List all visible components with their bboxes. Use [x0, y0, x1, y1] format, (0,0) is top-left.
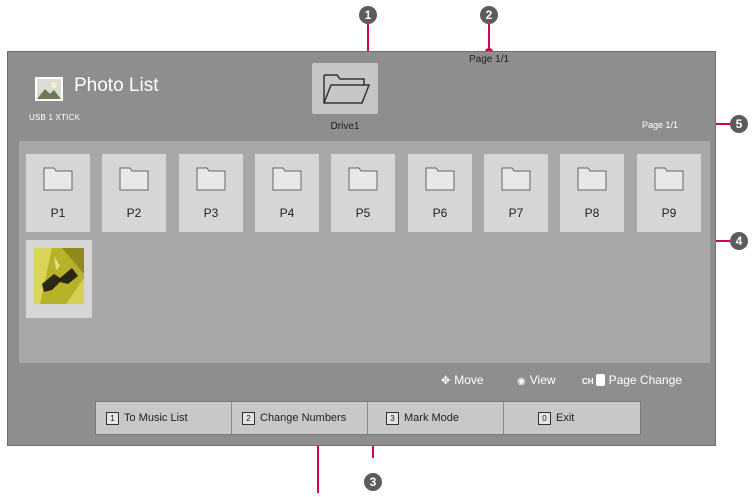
fn-key: 1 [106, 411, 119, 425]
folder-tile[interactable]: P7 [484, 154, 548, 232]
folder-label: P7 [508, 206, 524, 220]
folder-tile[interactable]: P5 [331, 154, 395, 232]
callout-badge-4: 4 [730, 232, 748, 250]
fn-key: 3 [386, 411, 399, 425]
tv-screen: Photo List USB 1 XTICK Drive1 Page 1/1 P… [7, 51, 716, 446]
fn-exit[interactable]: 0 Exit [504, 402, 640, 434]
page-title: Photo List [74, 75, 159, 96]
folder-icon [119, 167, 149, 191]
fn-label: Mark Mode [404, 412, 460, 424]
page-indicator-top: Page 1/1 [469, 54, 510, 65]
photo-tile[interactable] [26, 240, 92, 318]
callout-badge-5: 5 [730, 115, 748, 133]
channel-updown-icon [595, 374, 605, 386]
fn-change-numbers[interactable]: 2 Change Numbers [232, 402, 368, 434]
folder-label: P8 [584, 206, 600, 220]
fn-to-music-list[interactable]: 1 To Music List [96, 402, 232, 434]
folder-icon [196, 167, 226, 191]
file-grid: P1 P2 P3 P4 P5 P6 P7 P8 P9 [19, 141, 710, 363]
fn-key: 0 [538, 411, 551, 425]
hint-view: ◉ View [517, 373, 556, 387]
open-folder-icon [323, 74, 371, 104]
hint-page-change: CH Page Change [582, 373, 682, 387]
folder-tile[interactable]: P8 [560, 154, 624, 232]
page-indicator-right: Page 1/1 [642, 120, 679, 130]
folder-tile[interactable]: P3 [179, 154, 243, 232]
hint-move-label: Move [454, 373, 484, 387]
folder-icon [425, 167, 455, 191]
view-icon: ◉ [517, 376, 526, 387]
hint-move: ✥ Move [441, 373, 484, 387]
folder-tile[interactable]: P9 [637, 154, 701, 232]
drive-button[interactable] [312, 63, 378, 114]
hint-page-change-label: Page Change [608, 373, 682, 387]
folder-tile[interactable]: P1 [26, 154, 90, 232]
folder-icon [272, 167, 302, 191]
folder-label: P9 [661, 206, 677, 220]
fn-label: To Music List [124, 412, 188, 424]
folder-label: P5 [355, 206, 371, 220]
photo-app-icon [35, 77, 63, 101]
folder-icon [654, 167, 684, 191]
callout-badge-2: 2 [480, 6, 498, 24]
hint-view-label: View [529, 373, 556, 387]
folder-label: P4 [279, 206, 295, 220]
folder-icon [348, 167, 378, 191]
move-arrows-icon: ✥ [441, 375, 451, 387]
folder-tile[interactable]: P2 [102, 154, 166, 232]
folder-label: P3 [203, 206, 219, 220]
function-bar: 1 To Music List 2 Change Numbers 3 Mark Mod… [95, 401, 641, 435]
folder-icon [577, 167, 607, 191]
callout-badge-1: 1 [359, 6, 377, 24]
folder-icon [43, 167, 73, 191]
folder-tile[interactable]: P6 [408, 154, 472, 232]
fn-mark-mode[interactable]: 3 Mark Mode [368, 402, 504, 434]
folder-label: P6 [432, 206, 448, 220]
folder-tile[interactable]: P4 [255, 154, 319, 232]
device-label: USB 1 XTICK [29, 113, 81, 122]
drive-label: Drive1 [330, 121, 360, 132]
folder-icon [501, 167, 531, 191]
fn-label: Exit [556, 412, 575, 424]
fn-key: 2 [242, 411, 255, 425]
hint-ch-label: CH [582, 377, 594, 386]
folder-label: P2 [126, 206, 142, 220]
fn-label: Change Numbers [260, 412, 347, 424]
photo-thumbnail [34, 248, 84, 304]
folder-label: P1 [50, 206, 66, 220]
callout-badge-3: 3 [364, 473, 382, 491]
